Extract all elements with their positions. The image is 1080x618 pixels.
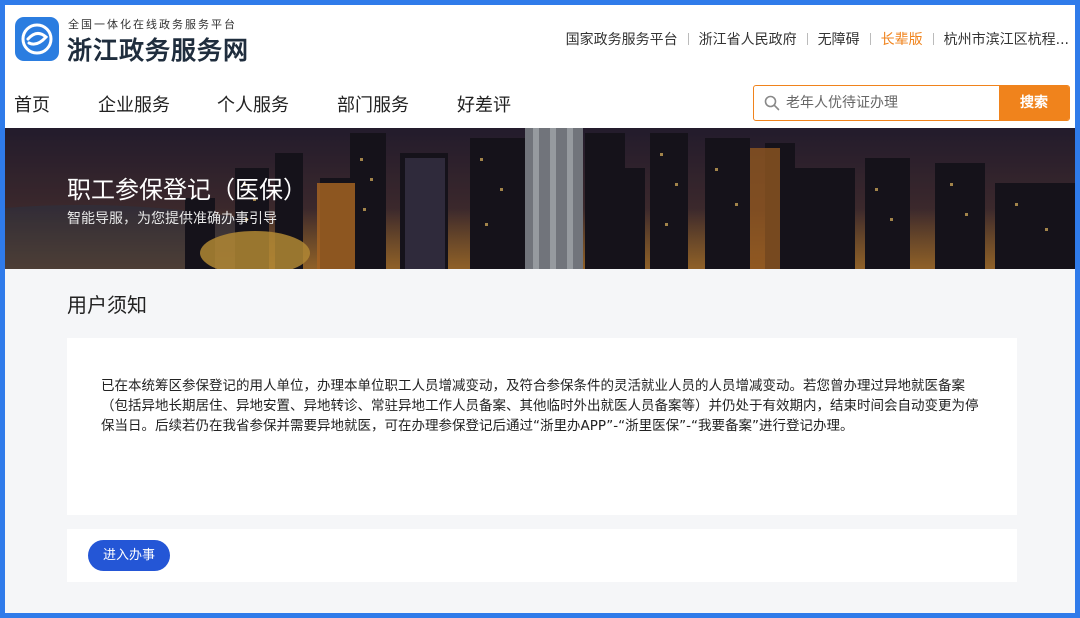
link-divider xyxy=(806,33,808,45)
banner: 职工参保登记（医保） 智能导服，为您提供准确办事引导 xyxy=(5,128,1075,269)
link-zhejiang-government[interactable]: 浙江省人民政府 xyxy=(699,29,797,49)
location-selector[interactable]: 杭州市滨江区杭程... xyxy=(944,29,1069,49)
service-subtitle: 智能导服，为您提供准确办事引导 xyxy=(67,211,277,227)
search-input[interactable] xyxy=(786,86,996,120)
site-name[interactable]: 浙江政务服务网 xyxy=(67,31,249,67)
nav-item-home[interactable]: 首页 xyxy=(14,91,50,117)
page-frame: 全国一体化在线政务服务平台 浙江政务服务网 国家政务服务平台 浙江省人民政府 无… xyxy=(5,5,1075,613)
search-icon xyxy=(764,95,780,115)
link-divider xyxy=(932,33,934,45)
top-links: 国家政务服务平台 浙江省人民政府 无障碍 长辈版 杭州市滨江区杭程... xyxy=(566,29,1069,49)
enter-service-button[interactable]: 进入办事 xyxy=(88,540,170,571)
search-button[interactable]: 搜索 xyxy=(999,86,1069,120)
link-divider xyxy=(869,33,871,45)
service-title: 职工参保登记（医保） xyxy=(67,176,307,204)
notice-text: 已在本统筹区参保登记的用人单位，办理本单位职工人员增减变动，及符合参保条件的灵活… xyxy=(101,378,979,434)
link-accessibility[interactable]: 无障碍 xyxy=(818,29,860,49)
nav-item-personal[interactable]: 个人服务 xyxy=(217,91,289,117)
notice-panel: 已在本统筹区参保登记的用人单位，办理本单位职工人员增减变动，及符合参保条件的灵活… xyxy=(67,338,1017,515)
site-logo-icon[interactable] xyxy=(15,17,59,61)
site-header: 全国一体化在线政务服务平台 浙江政务服务网 国家政务服务平台 浙江省人民政府 无… xyxy=(5,5,1075,128)
action-panel: 进入办事 xyxy=(67,529,1017,582)
search-bar: 搜索 xyxy=(753,85,1070,121)
notice-heading: 用户须知 xyxy=(67,293,147,317)
link-national-platform[interactable]: 国家政务服务平台 xyxy=(566,29,678,49)
nav-item-enterprise[interactable]: 企业服务 xyxy=(98,91,170,117)
site-subtitle: 全国一体化在线政务服务平台 xyxy=(68,18,237,31)
link-divider xyxy=(687,33,689,45)
nav-item-department[interactable]: 部门服务 xyxy=(337,91,409,117)
link-elder-version[interactable]: 长辈版 xyxy=(881,29,923,49)
nav-item-evaluation[interactable]: 好差评 xyxy=(457,91,511,117)
